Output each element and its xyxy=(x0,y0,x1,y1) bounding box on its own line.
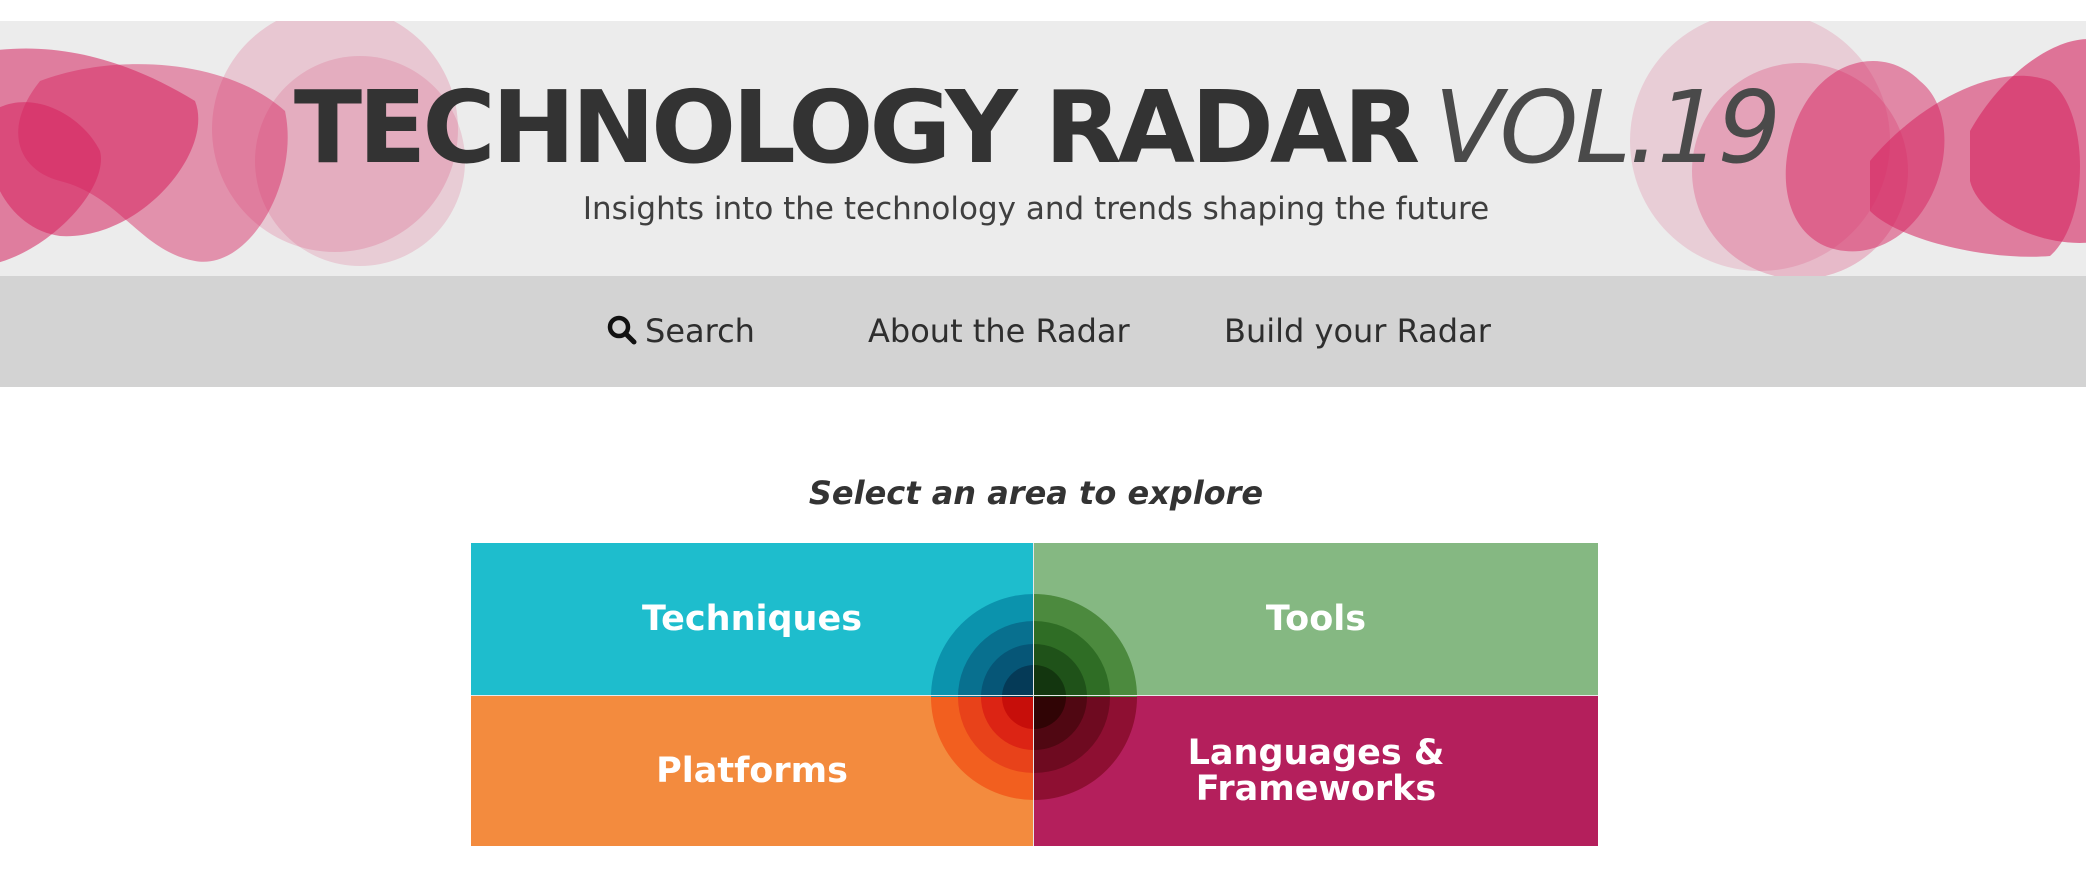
page-title: TECHNOLOGY RADAR VOL.19 xyxy=(0,73,2072,183)
quadrant-divider-horizontal xyxy=(471,695,1598,696)
page-subtitle: Insights into the technology and trends … xyxy=(582,191,1490,227)
quadrant-languages-label-line2: Frameworks xyxy=(1195,769,1437,809)
nav-search-label: Search xyxy=(645,312,755,350)
explore-prompt: Select an area to explore xyxy=(808,474,1264,512)
header-banner: TECHNOLOGY RADAR VOL.19 Insights into the… xyxy=(0,21,2086,276)
title-volume: VOL.19 xyxy=(1434,69,1781,186)
title-main: TECHNOLOGY RADAR xyxy=(293,69,1420,186)
search-icon xyxy=(607,315,637,345)
quadrant-techniques-label: Techniques xyxy=(641,599,863,639)
nav-build[interactable]: Build your Radar xyxy=(1224,276,1491,387)
nav-about[interactable]: About the Radar xyxy=(868,276,1130,387)
quadrant-platforms-label: Platforms xyxy=(656,751,848,791)
quadrant-tools[interactable]: Tools xyxy=(1034,543,1598,695)
quadrant-platforms[interactable]: Platforms xyxy=(471,696,1033,846)
quadrant-languages-label: Languages & Frameworks xyxy=(1188,735,1445,807)
quadrant-languages-frameworks[interactable]: Languages & Frameworks xyxy=(1034,696,1598,846)
main-navigation: Search About the Radar Build your Radar xyxy=(0,276,2086,387)
nav-search[interactable]: Search xyxy=(607,276,755,387)
quadrant-languages-label-line1: Languages & xyxy=(1187,733,1445,773)
quadrant-techniques[interactable]: Techniques xyxy=(471,543,1033,695)
quadrant-tools-label: Tools xyxy=(1265,599,1367,639)
